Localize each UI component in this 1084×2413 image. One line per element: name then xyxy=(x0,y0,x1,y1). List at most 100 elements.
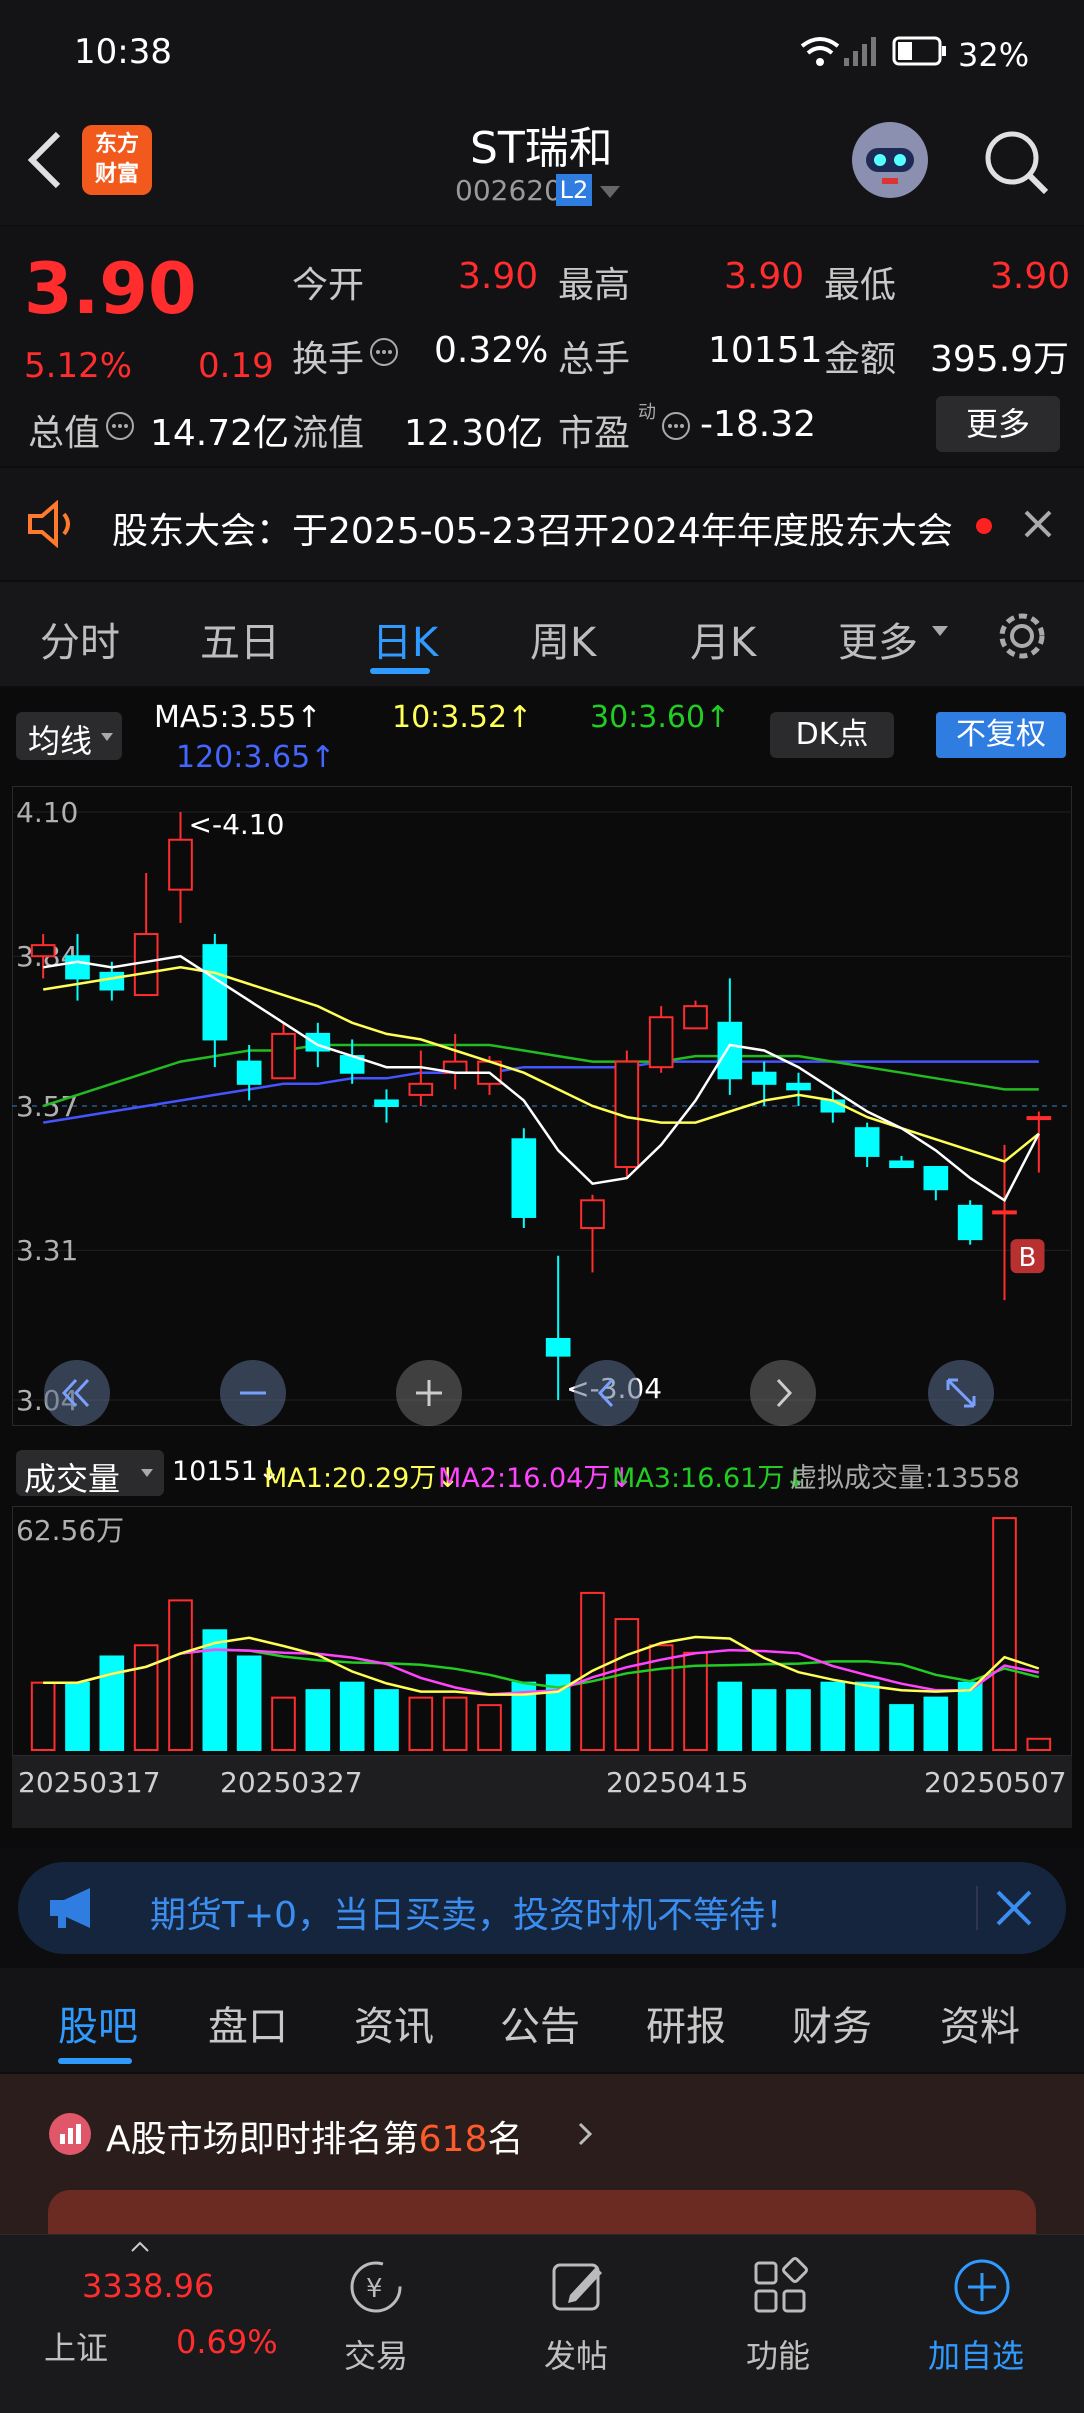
ma10-line xyxy=(43,966,1040,1163)
bottom-nav: 3338.96 上证 0.69% ¥ 交易 发帖 功能 加自选 xyxy=(0,2234,1084,2413)
content-tabs: 股吧 盘口 资讯 公告 研报 财务 资料 xyxy=(0,1968,1084,2072)
post-icon[interactable] xyxy=(548,2257,608,2317)
rank-prefix: A股市场即时排名第 xyxy=(106,2119,419,2160)
dropdown-triangle-icon[interactable] xyxy=(598,184,622,200)
stock-header: ST瑞和 002620 L2 xyxy=(0,100,1084,225)
function-label[interactable]: 功能 xyxy=(746,2331,810,2377)
rank-card[interactable]: A股市场即时排名第618名 xyxy=(0,2074,1084,2234)
add-watchlist-icon[interactable] xyxy=(952,2257,1012,2317)
gear-icon[interactable] xyxy=(994,608,1050,664)
change-amount: 0.19 xyxy=(198,346,274,386)
add-watchlist-label[interactable]: 加自选 xyxy=(928,2331,1024,2377)
tab-monthly-k[interactable]: 月K xyxy=(690,610,756,668)
candle xyxy=(820,1099,846,1113)
dropdown-triangle-icon xyxy=(932,626,948,636)
index-name[interactable]: 上证 xyxy=(44,2323,108,2369)
date-label: 20250507 xyxy=(924,1766,1067,1799)
volume-bar xyxy=(854,1681,880,1751)
volume-selector-label: 成交量 xyxy=(24,1460,121,1498)
info-icon[interactable] xyxy=(104,410,136,442)
volume-indicator-selector[interactable]: 成交量 xyxy=(16,1450,164,1498)
high-price-mark: <-4.10 xyxy=(189,808,285,841)
more-button[interactable]: 更多 xyxy=(936,396,1060,452)
adjust-selector[interactable]: 不复权 xyxy=(936,712,1066,758)
tab-weekly-k[interactable]: 周K xyxy=(530,610,596,668)
volume-chart[interactable]: 62.56万 xyxy=(12,1506,1072,1756)
scroll-right-button[interactable] xyxy=(750,1360,816,1426)
zoom-in-button[interactable] xyxy=(396,1360,462,1426)
info-icon[interactable] xyxy=(660,410,692,442)
expand-icon xyxy=(946,1378,976,1408)
trade-label[interactable]: 交易 xyxy=(344,2331,408,2377)
robot-avatar-icon[interactable] xyxy=(848,118,932,202)
vol-ma1: MA1:20.29万↓ xyxy=(264,1463,459,1494)
zoom-out-button[interactable] xyxy=(220,1360,286,1426)
ma5-label: MA5:3.55↑ xyxy=(154,700,322,735)
close-icon[interactable] xyxy=(994,1888,1034,1928)
amount-label: 金额 xyxy=(824,339,897,380)
svg-text:¥: ¥ xyxy=(366,2274,383,2304)
change-percent: 5.12% xyxy=(24,346,133,386)
notice-bar[interactable]: 股东大会：于2025-05-23召开2024年年度股东大会 xyxy=(0,468,1084,580)
tab-finance[interactable]: 财务 xyxy=(792,1994,872,2052)
vol-ma3: MA3:16.61万↓ xyxy=(612,1463,807,1494)
tab-more[interactable]: 更多 xyxy=(838,610,918,668)
candle xyxy=(202,944,228,1041)
bar-chart-icon xyxy=(49,2113,91,2155)
turnover-label: 换手 xyxy=(292,339,365,380)
volume-max-label: 62.56万 xyxy=(16,1514,124,1547)
eastmoney-logo[interactable]: 东方 财富 xyxy=(82,125,152,195)
open-label: 今开 xyxy=(292,265,365,306)
volume-bar xyxy=(99,1655,125,1752)
post-label[interactable]: 发帖 xyxy=(544,2331,608,2377)
ma10-label: 10:3.52↑ xyxy=(392,700,533,735)
candle xyxy=(580,1199,605,1230)
volume-bar xyxy=(271,1696,296,1752)
scroll-left-button[interactable] xyxy=(574,1360,640,1426)
candle xyxy=(511,1138,537,1218)
unread-dot xyxy=(976,518,992,534)
back-arrow-icon[interactable] xyxy=(24,128,64,192)
tab-five-day[interactable]: 五日 xyxy=(200,610,280,668)
pe-dynamic-sup: 动 xyxy=(638,402,656,423)
quote-panel: 3.90 5.12% 0.19 今开 3.90 最高 3.90 最低 3.90 … xyxy=(0,226,1084,466)
tab-pankou[interactable]: 盘口 xyxy=(208,1994,288,2052)
candle xyxy=(992,1210,1017,1215)
tab-intraday[interactable]: 分时 xyxy=(40,610,120,668)
close-icon[interactable] xyxy=(1022,508,1054,540)
tab-profile[interactable]: 资料 xyxy=(940,1994,1020,2052)
volume-bar xyxy=(1026,1737,1052,1752)
function-icon[interactable] xyxy=(750,2257,810,2317)
rank-suffix: 名 xyxy=(487,2119,524,2160)
vol-ma2: MA2:16.04万↓ xyxy=(438,1463,633,1494)
volume-bar xyxy=(374,1689,399,1752)
high-label: 最高 xyxy=(558,265,631,306)
dk-point-button[interactable]: DK点 xyxy=(770,712,894,758)
stock-title: ST瑞和 xyxy=(470,123,613,174)
trade-icon[interactable]: ¥ xyxy=(346,2257,406,2317)
scroll-left-fast-button[interactable] xyxy=(44,1360,110,1426)
ad-banner[interactable]: 期货T+0，当日买卖，投资时机不等待！ xyxy=(18,1862,1066,1954)
info-icon[interactable] xyxy=(368,336,400,368)
tab-announcements[interactable]: 公告 xyxy=(500,1994,580,2052)
kline-chart[interactable]: 4.103.843.573.313.04<-4.10<-3.04B xyxy=(12,786,1072,1426)
tab-research[interactable]: 研报 xyxy=(646,1994,726,2052)
candle xyxy=(236,1060,262,1085)
volume-bar xyxy=(717,1681,743,1751)
index-value[interactable]: 3338.96 xyxy=(82,2267,214,2305)
tab-daily-k[interactable]: 日K xyxy=(372,610,438,668)
tab-news[interactable]: 资讯 xyxy=(354,1994,434,2052)
search-icon[interactable] xyxy=(982,128,1052,198)
volume-bar xyxy=(168,1599,193,1751)
volume-bar xyxy=(305,1689,331,1752)
chart-area: 均线 MA5:3.55↑ 10:3.52↑ 30:3.60↑ 120:3.65↑… xyxy=(0,688,1084,1848)
index-percent[interactable]: 0.69% xyxy=(176,2323,278,2361)
tab-guba[interactable]: 股吧 xyxy=(58,1994,138,2052)
fullscreen-button[interactable] xyxy=(928,1360,994,1426)
chevron-left-icon xyxy=(597,1378,614,1408)
float-value: 12.30亿 xyxy=(404,413,544,454)
ma30-label: 30:3.60↑ xyxy=(590,700,731,735)
ma120-label: 120:3.65↑ xyxy=(176,740,336,775)
volume-bar xyxy=(442,1696,468,1752)
ma-selector[interactable]: 均线 xyxy=(16,712,122,760)
